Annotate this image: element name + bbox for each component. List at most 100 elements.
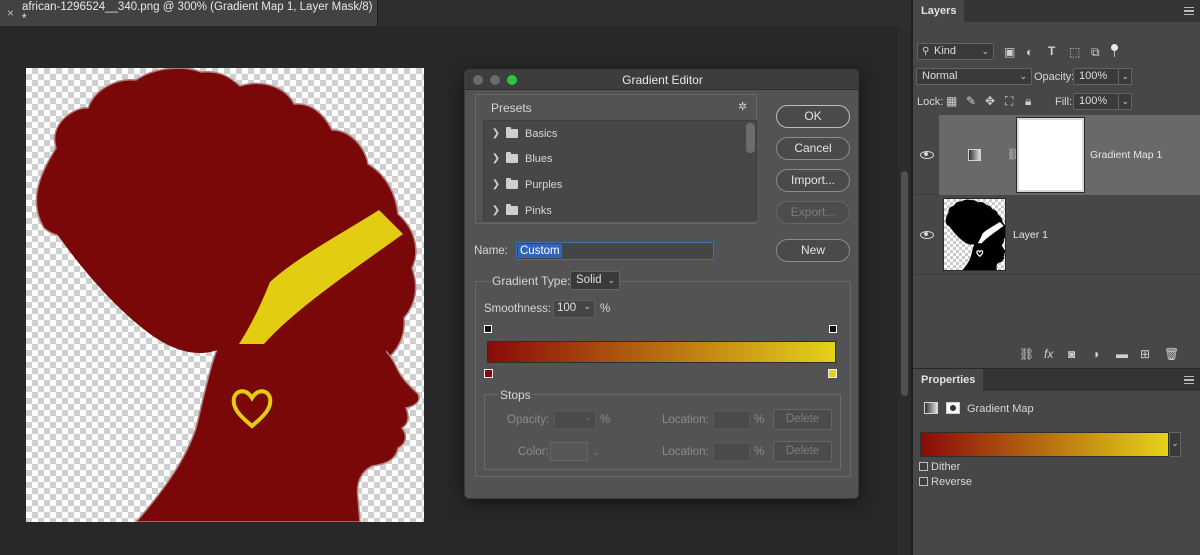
layer-name[interactable]: Gradient Map 1: [1090, 149, 1162, 161]
chevron-down-icon[interactable]: ⌄: [583, 301, 591, 312]
mask-icon[interactable]: [946, 402, 960, 414]
stop-color-location-field[interactable]: [713, 443, 750, 461]
minimize-window-button[interactable]: [490, 75, 500, 85]
color-stop-left[interactable]: [484, 369, 493, 378]
chevron-right-icon[interactable]: ❯: [488, 153, 504, 164]
tab-layers[interactable]: Layers: [913, 0, 965, 22]
type-filter-icon[interactable]: T: [1048, 45, 1055, 57]
stop-opacity-location-field[interactable]: [713, 411, 750, 429]
close-window-button[interactable]: [473, 75, 483, 85]
fill-field[interactable]: 100% ⌄: [1073, 93, 1132, 110]
ok-button[interactable]: OK: [776, 105, 850, 128]
stop-opacity-field[interactable]: ⌄: [554, 411, 596, 429]
chevron-down-icon[interactable]: ⌄: [1118, 93, 1132, 110]
document-tab[interactable]: × african-1296524__340.png @ 300% (Gradi…: [0, 0, 378, 26]
preset-label: Purples: [525, 178, 563, 191]
preset-folder-basics[interactable]: ❯ Basics: [484, 121, 746, 146]
add-mask-icon[interactable]: ◙: [1068, 348, 1075, 360]
stop-color-location-label: Location:: [662, 446, 709, 458]
adjustment-filter-icon[interactable]: ◐: [1026, 46, 1033, 58]
panel-menu-icon[interactable]: [1184, 376, 1194, 384]
presets-list[interactable]: ❯ Basics ❯ Blues ❯ Purples ❯ Pinks: [483, 120, 757, 221]
stop-color-location-unit: %: [754, 446, 765, 458]
tab-properties[interactable]: Properties: [913, 369, 984, 391]
export-button[interactable]: Export...: [776, 201, 850, 224]
preset-folder-pinks[interactable]: ❯ Pinks: [484, 198, 746, 223]
layer-row-layer-1[interactable]: Layer 1: [913, 195, 1200, 275]
gradient-preview-bar[interactable]: [487, 341, 836, 363]
panel-menu-icon[interactable]: [1184, 7, 1194, 15]
document-canvas[interactable]: [26, 68, 424, 522]
image-filter-icon[interactable]: ▣: [1004, 46, 1015, 58]
adjustment-layer-icon[interactable]: ◑: [1092, 348, 1099, 360]
properties-panel: Properties Gradient Map ⌄ Dither Reverse: [913, 369, 1200, 555]
zoom-window-button[interactable]: [507, 75, 517, 85]
layer-mask-thumbnail[interactable]: [1016, 117, 1085, 193]
layers-list-empty: [913, 275, 1200, 342]
chevron-right-icon[interactable]: ❯: [488, 128, 504, 139]
gradient-map-icon: [924, 402, 938, 414]
gradient-type-dropdown[interactable]: Solid ⌄: [570, 271, 620, 290]
new-button[interactable]: New: [776, 239, 850, 262]
chevron-down-icon: ⌄: [584, 412, 592, 422]
gradient-map-preview[interactable]: [920, 432, 1169, 457]
chevron-down-icon: ⌄: [1019, 71, 1027, 81]
lock-pixels-icon[interactable]: ✎: [966, 95, 976, 107]
layers-panel-header: Layers: [913, 0, 1200, 22]
fx-icon[interactable]: fx: [1044, 348, 1053, 360]
eye-icon[interactable]: [920, 231, 934, 239]
opacity-label: Opacity:: [1034, 71, 1075, 83]
smart-object-filter-icon[interactable]: ⧉: [1091, 46, 1100, 58]
chevron-down-icon[interactable]: ⌄: [1118, 68, 1132, 85]
opacity-stop-right[interactable]: [829, 325, 837, 333]
lock-artboard-icon[interactable]: ⛶: [1005, 95, 1013, 107]
name-field[interactable]: Custom: [516, 242, 714, 260]
blend-mode-dropdown[interactable]: Normal ⌄: [916, 68, 1032, 85]
smoothness-field[interactable]: 100 ⌄: [553, 300, 595, 318]
delete-opacity-stop-button[interactable]: Delete: [773, 409, 832, 430]
properties-title: Gradient Map: [967, 403, 1034, 415]
presets-scrollbar-thumb[interactable]: [746, 123, 755, 153]
import-button[interactable]: Import...: [776, 169, 850, 192]
fill-label: Fill:: [1055, 96, 1073, 108]
filter-kind-dropdown[interactable]: ⚲ Kind ⌄: [917, 43, 994, 60]
shape-filter-icon[interactable]: ⬚: [1069, 46, 1080, 58]
opacity-field[interactable]: 100% ⌄: [1073, 68, 1132, 85]
layer-thumbnail[interactable]: [943, 198, 1006, 271]
stop-color-swatch[interactable]: [550, 442, 588, 461]
close-tab-icon[interactable]: ×: [7, 6, 14, 20]
opacity-stop-left[interactable]: [484, 325, 492, 333]
preset-folder-purples[interactable]: ❯ Purples: [484, 172, 746, 197]
cancel-button[interactable]: Cancel: [776, 137, 850, 160]
layer-name[interactable]: Layer 1: [1013, 229, 1048, 241]
preset-label: Basics: [525, 127, 558, 140]
gradient-editor-dialog: Gradient Editor Presets ✲ ❯ Basics ❯ Blu…: [464, 69, 859, 499]
folder-icon[interactable]: ▬: [1116, 348, 1128, 360]
folder-icon: [506, 127, 518, 138]
workspace-scrollbar[interactable]: [898, 26, 911, 555]
delete-color-stop-button[interactable]: Delete: [773, 441, 832, 462]
lock-transparency-icon[interactable]: ▦: [946, 95, 957, 107]
gear-icon[interactable]: ✲: [738, 101, 747, 113]
dither-checkbox[interactable]: [919, 462, 928, 471]
chevron-right-icon[interactable]: ❯: [488, 205, 504, 216]
filter-toggle-icon[interactable]: [1111, 44, 1118, 51]
chevron-down-icon: ⌄: [981, 46, 989, 56]
eye-icon[interactable]: [920, 151, 934, 159]
chevron-down-icon[interactable]: ⌄: [1169, 432, 1181, 457]
chevron-right-icon[interactable]: ❯: [488, 179, 504, 190]
layer-thumbnail-silhouette: [945, 199, 1005, 270]
opacity-value: 100%: [1079, 70, 1108, 82]
reverse-label: Reverse: [931, 476, 972, 488]
link-layers-icon[interactable]: ⛓︎: [1019, 348, 1034, 360]
lock-all-icon[interactable]: 🔒︎: [1025, 95, 1031, 107]
preset-folder-blues[interactable]: ❯ Blues: [484, 146, 746, 171]
lock-position-icon[interactable]: ✥: [985, 95, 995, 107]
layer-row-gradient-map[interactable]: ⛓︎ Gradient Map 1: [913, 115, 1200, 195]
reverse-checkbox[interactable]: [919, 477, 928, 486]
color-stop-right[interactable]: [828, 369, 837, 378]
new-layer-icon[interactable]: ⊞: [1140, 348, 1150, 360]
stop-opacity-unit: %: [600, 414, 611, 426]
scrollbar-thumb[interactable]: [901, 171, 908, 396]
trash-icon[interactable]: 🗑︎: [1164, 348, 1179, 360]
